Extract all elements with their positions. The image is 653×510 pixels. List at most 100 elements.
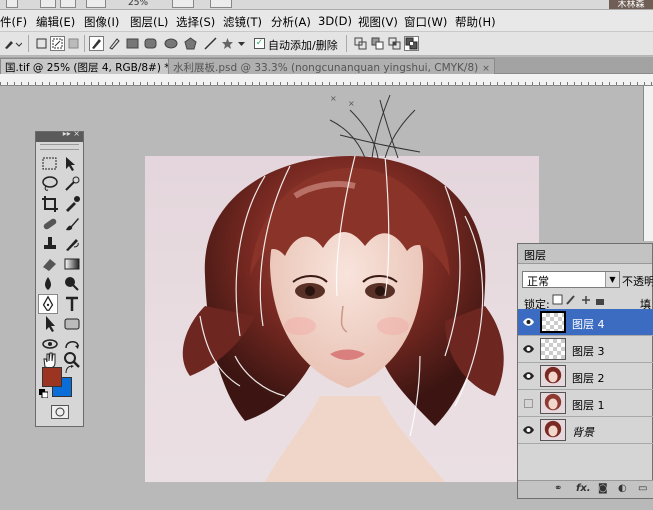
exclude-overlap-icon[interactable]	[404, 36, 419, 51]
subtract-path-area-icon[interactable]	[370, 36, 385, 51]
fx-icon[interactable]: fx.	[576, 483, 591, 494]
dodge-tool-icon[interactable]	[62, 274, 82, 294]
layer-row[interactable]: 图层 4	[518, 309, 653, 336]
panel-title: 图层	[524, 249, 546, 262]
view-extras-button[interactable]	[86, 0, 106, 8]
blend-mode-select[interactable]: 正常 ▼	[522, 271, 620, 288]
eye-icon[interactable]	[522, 316, 535, 328]
quick-selection-tool-icon[interactable]	[62, 174, 82, 194]
marquee-tool-icon[interactable]	[40, 154, 60, 174]
lock-position-icon[interactable]	[582, 296, 590, 304]
menu-edit[interactable]: 编辑(E)	[36, 14, 75, 30]
menu-filter[interactable]: 滤镜(T)	[223, 14, 262, 30]
layer-row[interactable]: 图层 1	[518, 390, 653, 417]
default-colors-icon[interactable]	[39, 389, 48, 398]
eye-icon[interactable]	[522, 370, 535, 382]
quick-mask-button[interactable]	[51, 405, 69, 419]
clone-stamp-tool-icon[interactable]	[40, 234, 60, 254]
layer-row[interactable]: 背景	[518, 417, 653, 444]
menu-layer[interactable]: 图层(L)	[130, 14, 168, 30]
crop-tool-icon[interactable]	[40, 194, 60, 214]
divider	[84, 35, 85, 52]
eye-icon[interactable]	[522, 424, 535, 436]
vertical-ruler[interactable]	[643, 86, 653, 241]
menu-file[interactable]: 件(F)	[0, 14, 27, 30]
lasso-tool-icon[interactable]	[40, 174, 60, 194]
layer-name: 图层 3	[572, 345, 605, 358]
intersect-path-area-icon[interactable]	[387, 36, 402, 51]
rounded-rectangle-shape-icon[interactable]	[143, 36, 158, 51]
zoom-level[interactable]: 25%	[128, 0, 148, 8]
menu-image[interactable]: 图像(I)	[84, 14, 119, 30]
layers-panel-header[interactable]: 图层	[518, 244, 652, 264]
swap-colors-icon[interactable]	[65, 365, 75, 375]
document-tabs: 国.tif @ 25% (图层 4, RGB/8#) *× 水利展板.psd @…	[0, 57, 653, 74]
lock-all-icon[interactable]	[596, 299, 604, 305]
options-bar: ✓ 自动添加/删除	[0, 32, 653, 56]
eye-icon[interactable]	[522, 343, 535, 355]
close-icon[interactable]: ×	[482, 64, 490, 74]
lock-transparent-icon[interactable]	[552, 294, 563, 305]
layer-row[interactable]: 图层 2	[518, 363, 653, 390]
arrange-documents-button[interactable]	[172, 0, 194, 8]
divider	[28, 35, 29, 52]
new-group-icon[interactable]: ▭	[638, 483, 647, 494]
paths-mode-button[interactable]	[50, 36, 65, 51]
minibridge-button[interactable]	[60, 0, 76, 8]
layer-row[interactable]: 图层 3	[518, 336, 653, 363]
menu-3d[interactable]: 3D(D)	[318, 14, 352, 28]
horizontal-ruler[interactable]	[0, 74, 653, 86]
line-shape-icon[interactable]	[203, 36, 218, 51]
lock-image-icon[interactable]	[566, 295, 575, 305]
lock-options	[552, 294, 622, 309]
move-tool-icon[interactable]	[62, 154, 82, 174]
document-canvas[interactable]	[145, 156, 539, 482]
toolbox-grip[interactable]	[40, 144, 79, 150]
menu-analysis[interactable]: 分析(A)	[271, 14, 311, 30]
auto-add-delete-checkbox[interactable]: ✓	[254, 38, 265, 49]
healing-brush-tool-icon[interactable]	[40, 214, 60, 234]
menu-window[interactable]: 窗口(W)	[404, 14, 447, 30]
layer-thumbnail	[540, 365, 566, 387]
toolbox-titlebar[interactable]: ▸▸ ×	[36, 129, 83, 142]
menu-select[interactable]: 选择(S)	[176, 14, 215, 30]
visibility-toggle[interactable]	[524, 399, 533, 408]
chevron-down-icon[interactable]: ▼	[605, 272, 619, 287]
blend-mode-value: 正常	[527, 275, 549, 288]
add-to-path-area-icon[interactable]	[353, 36, 368, 51]
adjustment-icon[interactable]: ◐	[618, 483, 627, 494]
blur-tool-icon[interactable]	[40, 274, 60, 294]
fill-pixels-button[interactable]	[66, 36, 81, 51]
shape-layers-button[interactable]	[34, 36, 49, 51]
eraser-tool-icon[interactable]	[40, 254, 60, 274]
pen-tool-icon[interactable]	[38, 294, 58, 314]
history-brush-tool-icon[interactable]	[62, 234, 82, 254]
polygon-shape-icon[interactable]	[183, 36, 198, 51]
app-icon[interactable]	[6, 0, 18, 8]
screen-mode-button[interactable]	[210, 0, 232, 8]
mask-icon[interactable]: ◙	[598, 483, 608, 494]
tab-current-document[interactable]: 国.tif @ 25% (图层 4, RGB/8#) *×	[0, 58, 187, 74]
chevron-down-icon[interactable]	[238, 42, 245, 47]
link-icon[interactable]: ⚭	[554, 483, 562, 494]
foreground-color-swatch[interactable]	[42, 367, 62, 387]
rectangle-tool-icon[interactable]	[62, 314, 82, 334]
freeform-pen-option-icon[interactable]	[107, 36, 122, 51]
menu-help[interactable]: 帮助(H)	[455, 14, 496, 30]
type-tool-icon[interactable]	[62, 294, 82, 314]
bridge-button[interactable]	[40, 0, 56, 8]
eyedropper-tool-icon[interactable]	[62, 194, 82, 214]
ellipse-shape-icon[interactable]	[163, 36, 178, 51]
custom-shape-icon[interactable]	[220, 36, 235, 51]
pen-path[interactable]: × ×	[320, 90, 430, 160]
tool-preset-icon[interactable]	[2, 37, 22, 51]
rectangle-shape-icon[interactable]	[125, 36, 140, 51]
menu-view[interactable]: 视图(V)	[358, 14, 398, 30]
layers-panel: 图层 正常 ▼ 不透明度 锁定: 填 图层 4 图层 3 图层 2 图层 1	[517, 243, 653, 499]
brush-tool-icon[interactable]	[62, 214, 82, 234]
tab-other-document[interactable]: 水利展板.psd @ 33.3% (nongcunanquan yingshui…	[168, 58, 495, 74]
path-selection-tool-icon[interactable]	[40, 314, 60, 334]
gradient-tool-icon[interactable]	[62, 254, 82, 274]
pen-tool-option-icon[interactable]	[89, 36, 104, 51]
svg-text:×: ×	[330, 94, 337, 103]
